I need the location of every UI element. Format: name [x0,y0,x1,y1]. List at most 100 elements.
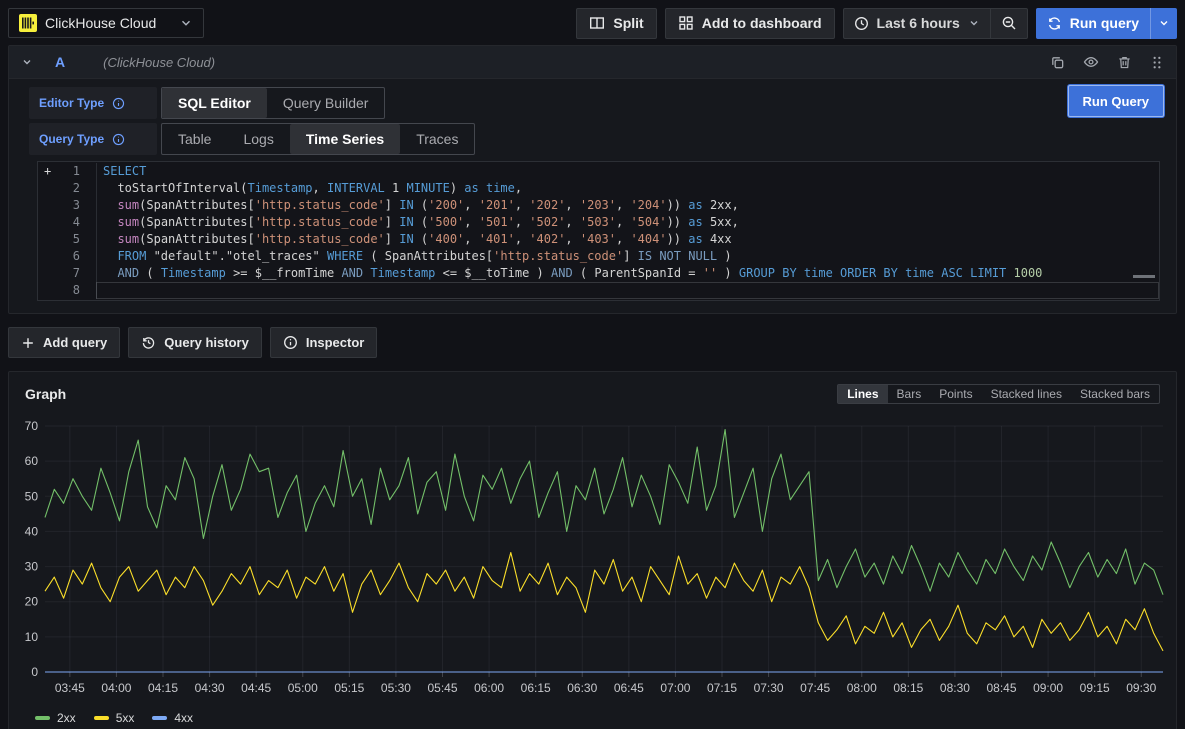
info-circle-icon[interactable] [112,97,125,110]
query-type-field-label: Query Type [29,123,157,155]
run-query-editor-button[interactable]: Run Query [1068,85,1164,117]
query-type-label: Query Type [39,132,104,146]
editor-type-query-builder[interactable]: Query Builder [267,88,385,118]
sql-line[interactable]: +7 AND ( Timestamp >= $__fromTime AND Ti… [38,265,1159,282]
graph-mode-toggle: Lines Bars Points Stacked lines Stacked … [837,384,1160,404]
legend-swatch [94,716,109,720]
query-datasource-hint: (ClickHouse Cloud) [103,55,1040,70]
sql-line[interactable]: +1SELECT [38,163,1159,180]
chevron-down-icon [179,16,193,30]
query-history-button[interactable]: Query history [128,327,262,358]
svg-text:10: 10 [25,630,39,644]
legend-label: 2xx [57,711,76,725]
svg-text:08:30: 08:30 [940,681,970,695]
graph-mode-bars[interactable]: Bars [888,385,931,403]
legend-item-5xx[interactable]: 5xx [94,711,135,725]
zoom-out-icon [1001,15,1017,31]
run-query-dropdown[interactable] [1150,8,1177,39]
svg-text:04:15: 04:15 [148,681,178,695]
line-number-gutter: +2 [38,180,96,197]
svg-text:09:30: 09:30 [1126,681,1156,695]
history-icon [141,335,156,350]
chevron-down-icon [1158,17,1170,29]
svg-text:09:00: 09:00 [1033,681,1063,695]
svg-text:05:00: 05:00 [288,681,318,695]
svg-text:09:15: 09:15 [1080,681,1110,695]
graph-mode-stacked-lines[interactable]: Stacked lines [982,385,1071,403]
legend-item-4xx[interactable]: 4xx [152,711,193,725]
svg-text:05:30: 05:30 [381,681,411,695]
add-query-button[interactable]: Add query [8,327,120,358]
line-number-gutter: +8 [38,282,96,299]
sql-line[interactable]: +3 sum(SpanAttributes['http.status_code'… [38,197,1159,214]
hide-response-eye-icon[interactable] [1083,54,1099,70]
split-button[interactable]: Split [576,8,656,39]
query-type-time-series[interactable]: Time Series [290,124,400,154]
query-type-table[interactable]: Table [162,124,227,154]
svg-text:06:00: 06:00 [474,681,504,695]
sql-line[interactable]: +4 sum(SpanAttributes['http.status_code'… [38,214,1159,231]
sql-code-editor[interactable]: +1SELECT+2 toStartOfInterval(Timestamp, … [37,161,1160,301]
time-range-picker[interactable]: Last 6 hours [844,9,990,38]
svg-text:05:45: 05:45 [427,681,457,695]
split-icon [589,15,605,31]
legend-label: 5xx [116,711,135,725]
svg-text:20: 20 [25,595,39,609]
datasource-picker[interactable]: ClickHouse Cloud [8,8,204,38]
graph-mode-lines[interactable]: Lines [838,385,887,403]
query-type-logs[interactable]: Logs [227,124,289,154]
sql-line[interactable]: +2 toStartOfInterval(Timestamp, INTERVAL… [38,180,1159,197]
time-series-chart[interactable]: 01020304050607003:4504:0004:1504:3004:45… [17,406,1168,702]
svg-text:06:30: 06:30 [567,681,597,695]
graph-mode-points[interactable]: Points [930,385,981,403]
inspector-label: Inspector [306,335,365,350]
editor-type-toggle: SQL Editor Query Builder [161,87,385,119]
explore-toolbar: ClickHouse Cloud Split Add to dashboard … [0,0,1185,45]
line-number-gutter: +3 [38,197,96,214]
svg-text:03:45: 03:45 [55,681,85,695]
sql-line[interactable]: +8 [38,282,1159,299]
query-type-toggle: Table Logs Time Series Traces [161,123,475,155]
datasource-name: ClickHouse Cloud [45,15,171,31]
line-number-gutter: +7 [38,265,96,282]
legend-swatch [152,716,167,720]
zoom-out-button[interactable] [990,9,1027,38]
graph-panel-title: Graph [25,386,66,402]
legend-label: 4xx [174,711,193,725]
split-label: Split [613,15,643,31]
sql-line[interactable]: +6 FROM "default"."otel_traces" WHERE ( … [38,248,1159,265]
legend-item-2xx[interactable]: 2xx [35,711,76,725]
svg-text:07:15: 07:15 [707,681,737,695]
svg-text:04:45: 04:45 [241,681,271,695]
sql-line[interactable]: +5 sum(SpanAttributes['http.status_code'… [38,231,1159,248]
query-history-label: Query history [164,335,249,350]
add-line-plus-icon[interactable]: + [44,163,58,180]
svg-text:07:45: 07:45 [800,681,830,695]
line-number-gutter: +4 [38,214,96,231]
query-type-traces[interactable]: Traces [400,124,474,154]
add-to-dashboard-button[interactable]: Add to dashboard [665,8,835,39]
graph-mode-stacked-bars[interactable]: Stacked bars [1071,385,1159,403]
editor-type-label: Editor Type [39,96,104,110]
svg-text:05:15: 05:15 [334,681,364,695]
collapse-chevron-icon[interactable] [21,56,33,68]
svg-text:60: 60 [25,454,39,468]
svg-text:08:15: 08:15 [893,681,923,695]
svg-text:04:30: 04:30 [195,681,225,695]
info-circle-icon [283,335,298,350]
drag-handle-icon[interactable] [1150,55,1164,70]
editor-hscrollbar[interactable] [1133,275,1155,278]
run-query-button[interactable]: Run query [1036,8,1150,39]
remove-query-trash-icon[interactable] [1117,55,1132,70]
inspector-button[interactable]: Inspector [270,327,378,358]
run-query-label: Run query [1070,15,1139,31]
duplicate-query-icon[interactable] [1050,55,1065,70]
svg-text:06:15: 06:15 [521,681,551,695]
query-row-header[interactable]: A (ClickHouse Cloud) [9,46,1176,79]
editor-type-sql-editor[interactable]: SQL Editor [162,88,267,118]
legend-swatch [35,716,50,720]
svg-text:0: 0 [31,665,38,679]
info-circle-icon[interactable] [112,133,125,146]
refresh-icon [1047,16,1062,31]
time-range-label: Last 6 hours [877,15,960,31]
